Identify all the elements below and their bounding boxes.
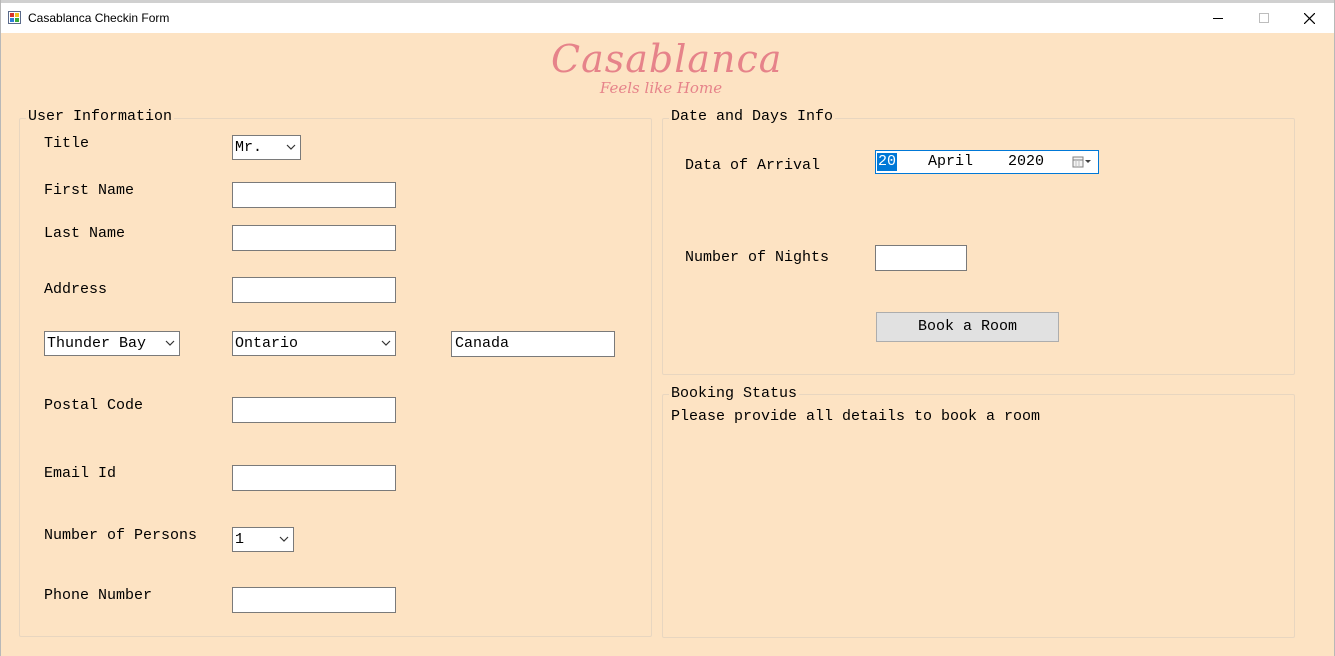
last-name-field[interactable] <box>232 225 396 251</box>
address-label: Address <box>44 281 108 298</box>
postal-code-label: Postal Code <box>44 397 144 414</box>
user-information-legend: User Information <box>26 108 175 125</box>
title-select-value: Mr. <box>235 139 263 156</box>
province-select-value: Ontario <box>235 335 299 352</box>
chevron-down-icon <box>279 536 289 542</box>
first-name-field[interactable] <box>232 182 396 208</box>
first-name-label: First Name <box>44 182 135 199</box>
nights-field[interactable] <box>875 245 967 271</box>
city-select-value: Thunder Bay <box>47 335 147 352</box>
arrival-day[interactable]: 20 <box>877 153 898 171</box>
app-icon <box>8 11 21 24</box>
arrival-label: Data of Arrival <box>685 157 821 174</box>
minimize-icon <box>1213 18 1223 19</box>
address-field[interactable] <box>232 277 396 303</box>
nights-label: Number of Nights <box>685 249 830 266</box>
phone-field[interactable] <box>232 587 396 613</box>
postal-code-field[interactable] <box>232 397 396 423</box>
chevron-down-icon <box>165 340 175 346</box>
app-window: Casablanca Checkin Form Casablanca Feels… <box>0 0 1335 656</box>
booking-status-legend: Booking Status <box>669 385 800 402</box>
country-field[interactable]: Canada <box>451 331 615 357</box>
title-bar[interactable]: Casablanca Checkin Form <box>1 0 1334 33</box>
close-icon <box>1303 12 1315 24</box>
book-room-button[interactable]: Book a Room <box>876 312 1059 342</box>
booking-status-group <box>662 394 1295 638</box>
title-select[interactable]: Mr. <box>232 135 301 160</box>
email-field[interactable] <box>232 465 396 491</box>
phone-label: Phone Number <box>44 587 153 604</box>
booking-status-message: Please provide all details to book a roo… <box>671 408 1041 425</box>
logo-tagline: Feels like Home <box>599 79 723 97</box>
logo: Casablanca Feels like Home <box>551 33 783 97</box>
date-info-legend: Date and Days Info <box>669 108 836 125</box>
maximize-button[interactable] <box>1241 3 1287 33</box>
persons-select[interactable]: 1 <box>232 527 294 552</box>
form-client-area: Casablanca Feels like Home User Informat… <box>1 33 1334 656</box>
logo-brand: Casablanca <box>551 37 783 81</box>
province-select[interactable]: Ontario <box>232 331 396 356</box>
title-label: Title <box>44 135 90 152</box>
arrival-month[interactable]: April <box>928 153 973 171</box>
maximize-icon <box>1259 13 1269 23</box>
close-button[interactable] <box>1286 3 1332 33</box>
minimize-button[interactable] <box>1195 3 1241 33</box>
chevron-down-icon <box>286 144 296 150</box>
arrival-date-picker[interactable]: 20 April 2020 <box>875 150 1099 174</box>
chevron-down-icon <box>381 340 391 346</box>
city-select[interactable]: Thunder Bay <box>44 331 180 356</box>
persons-label: Number of Persons <box>44 527 198 544</box>
window-title: Casablanca Checkin Form <box>28 11 170 25</box>
last-name-label: Last Name <box>44 225 126 242</box>
email-label: Email Id <box>44 465 117 482</box>
calendar-dropdown-icon[interactable] <box>1072 155 1092 169</box>
arrival-year[interactable]: 2020 <box>1008 153 1044 171</box>
persons-select-value: 1 <box>235 531 245 548</box>
